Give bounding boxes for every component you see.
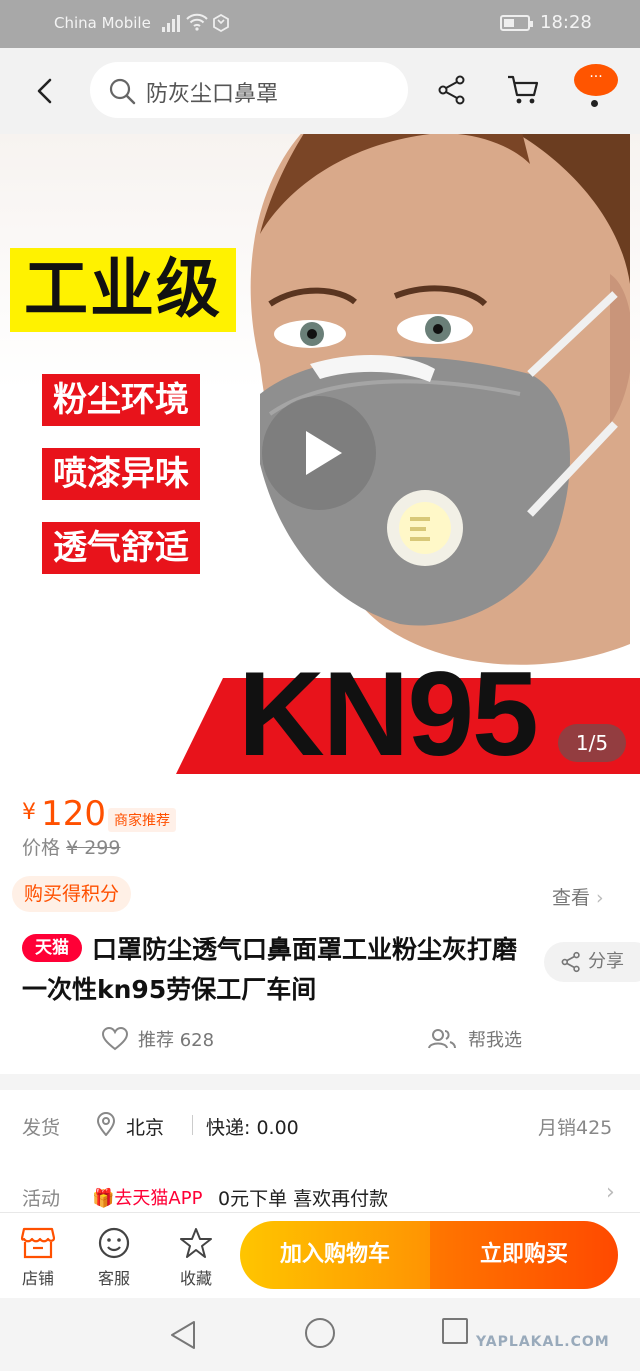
more-menu-button[interactable]: ···: [574, 64, 618, 96]
app-promo-tag: 🎁去天猫APP: [92, 1188, 203, 1209]
search-placeholder: 防灰尘口鼻罩: [146, 82, 279, 107]
add-to-cart-button[interactable]: 加入购物车: [240, 1221, 430, 1289]
tmall-badge: 天猫: [22, 934, 82, 962]
location-pin-icon: [96, 1112, 116, 1136]
product-title: 口罩防尘透气口鼻面罩工业粉尘灰打磨一次性kn95劳保工厂车间: [22, 935, 518, 1004]
system-nav-bar: YAPLAKAL.COM: [0, 1298, 640, 1371]
nav-home-icon[interactable]: [305, 1318, 335, 1348]
shipping-label: 发货: [22, 1117, 61, 1139]
original-price: 价格 ¥ 299: [22, 837, 121, 859]
image-pager: 1/5: [558, 724, 626, 762]
nav-recent-apps-icon[interactable]: [442, 1318, 468, 1344]
watermark: YAPLAKAL.COM: [476, 1334, 610, 1350]
help-me-choose-button[interactable]: 帮我选: [428, 1026, 522, 1052]
clock: 18:28: [540, 12, 592, 33]
view-link[interactable]: 查看 ›: [552, 883, 604, 910]
carrier-name: China Mobile: [54, 14, 151, 32]
ship-from-city: 北京: [126, 1117, 165, 1139]
store-icon: [21, 1227, 55, 1259]
store-button[interactable]: 店铺: [8, 1227, 68, 1289]
wifi-icon: [186, 13, 208, 31]
share-button[interactable]: 分享: [544, 942, 640, 982]
share-icon: [561, 951, 580, 973]
favorite-button[interactable]: 收藏: [166, 1227, 226, 1289]
shipping-row[interactable]: 发货 北京 快递: 0.00 月销425: [0, 1090, 640, 1160]
feature-tag: 粉尘环境: [42, 374, 200, 426]
search-box[interactable]: 防灰尘口鼻罩: [90, 62, 408, 118]
play-video-button[interactable]: [262, 396, 376, 510]
recommend-button[interactable]: 推荐 628: [102, 1026, 214, 1052]
service-face-icon: [98, 1227, 130, 1259]
chevron-right-icon: ›: [596, 887, 604, 909]
cart-icon[interactable]: [506, 74, 540, 106]
model-label: KN95: [238, 647, 539, 774]
monthly-sales: 月销425: [538, 1117, 613, 1139]
promotion-row[interactable]: 活动 🎁去天猫APP 0元下单 喜欢再付款 ›: [0, 1160, 640, 1212]
recommend-badge: 商家推荐: [108, 808, 176, 832]
divider: [192, 1115, 193, 1135]
bottom-action-bar: 店铺 客服 收藏 加入购物车 立即购买: [0, 1212, 640, 1298]
feature-tag: 透气舒适: [42, 522, 200, 574]
search-icon: [109, 78, 136, 105]
promotion-label: 活动: [22, 1188, 61, 1210]
express-fee: 快递: 0.00: [206, 1117, 299, 1139]
promotion-text: 0元下单 喜欢再付款: [218, 1188, 389, 1210]
feature-tag: 喷漆异味: [42, 448, 200, 500]
headline-badge: 工业级: [10, 248, 236, 332]
section-divider: [0, 1074, 640, 1090]
battery-icon: [500, 15, 533, 31]
buy-now-button[interactable]: 立即购买: [430, 1221, 618, 1289]
back-arrow-icon[interactable]: [30, 76, 60, 106]
share-icon[interactable]: [436, 74, 468, 106]
points-badge[interactable]: 购买得积分: [12, 876, 132, 912]
chevron-right-icon: ›: [606, 1180, 615, 1205]
heart-icon: [102, 1027, 128, 1051]
signal-icon: [162, 15, 180, 32]
nfc-icon: [213, 14, 229, 32]
customer-service-button[interactable]: 客服: [84, 1227, 144, 1289]
product-image[interactable]: 工业级 粉尘环境 喷漆异味 透气舒适 KN95 1/5: [0, 134, 640, 774]
users-icon: [428, 1029, 456, 1049]
notification-dot: [591, 100, 598, 107]
star-icon: [180, 1228, 212, 1258]
nav-back-icon[interactable]: [170, 1320, 196, 1350]
price: ¥ 120: [22, 794, 106, 834]
status-bar: China Mobile 18:28: [0, 0, 640, 48]
top-header: 防灰尘口鼻罩 ···: [0, 48, 640, 134]
